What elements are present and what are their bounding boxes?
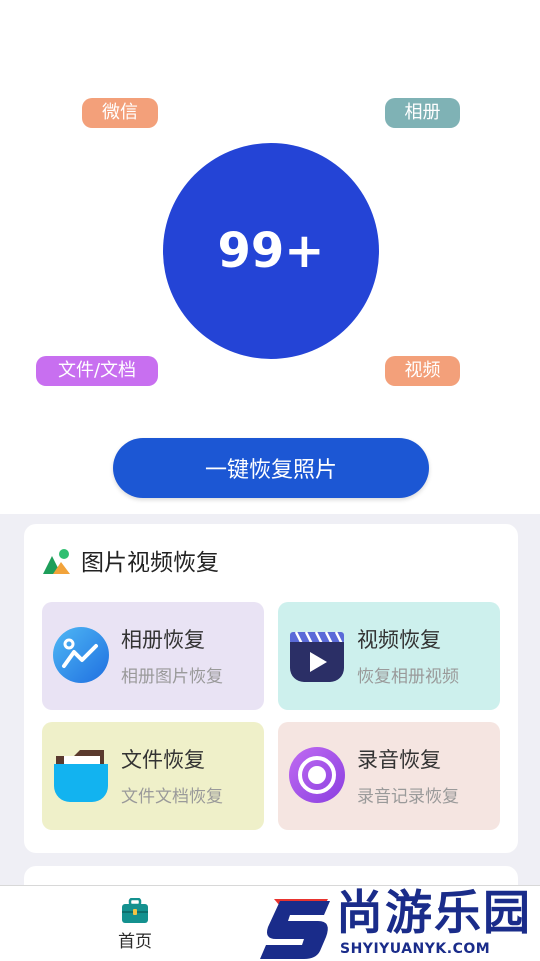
audio-recovery-tile[interactable]: 录音恢复 录音记录恢复 xyxy=(278,722,500,830)
restore-photos-button[interactable]: 一键恢复照片 xyxy=(113,438,429,498)
nav-home[interactable]: 首页 xyxy=(105,898,165,954)
video-recovery-desc: 恢复相册视频 xyxy=(357,667,459,687)
file-recovery-tile[interactable]: 文件恢复 文件文档恢复 xyxy=(42,722,264,830)
audio-recovery-title: 录音恢复 xyxy=(357,748,441,772)
nav-home-label: 首页 xyxy=(118,932,152,952)
picture-icon xyxy=(43,549,70,574)
wechat-tag[interactable]: 微信 xyxy=(82,98,158,128)
album-recovery-tile[interactable]: 相册恢复 相册图片恢复 xyxy=(42,602,264,710)
video-tag[interactable]: 视频 xyxy=(385,356,460,386)
folder-icon xyxy=(54,750,108,802)
album-recovery-title: 相册恢复 xyxy=(121,628,205,652)
album-tag[interactable]: 相册 xyxy=(385,98,460,128)
album-icon xyxy=(53,627,109,683)
album-recovery-desc: 相册图片恢复 xyxy=(121,667,223,687)
file-recovery-title: 文件恢复 xyxy=(121,748,205,772)
audio-recovery-desc: 录音记录恢复 xyxy=(357,787,459,807)
file-recovery-desc: 文件文档恢复 xyxy=(121,787,223,807)
video-recovery-tile[interactable]: 视频恢复 恢复相册视频 xyxy=(278,602,500,710)
record-icon xyxy=(289,747,345,803)
documents-tag[interactable]: 文件/文档 xyxy=(36,356,158,386)
toolbox-icon xyxy=(122,898,148,923)
watermark-text: 尚游乐园 xyxy=(336,886,532,941)
scan-count: 99+ xyxy=(217,223,325,279)
video-recovery-title: 视频恢复 xyxy=(357,628,441,652)
scan-count-circle: 99+ xyxy=(163,143,379,359)
video-icon xyxy=(290,631,344,682)
watermark-url: SHYIYUANYK.COM xyxy=(340,941,491,957)
section-title: 图片视频恢复 xyxy=(81,550,219,576)
